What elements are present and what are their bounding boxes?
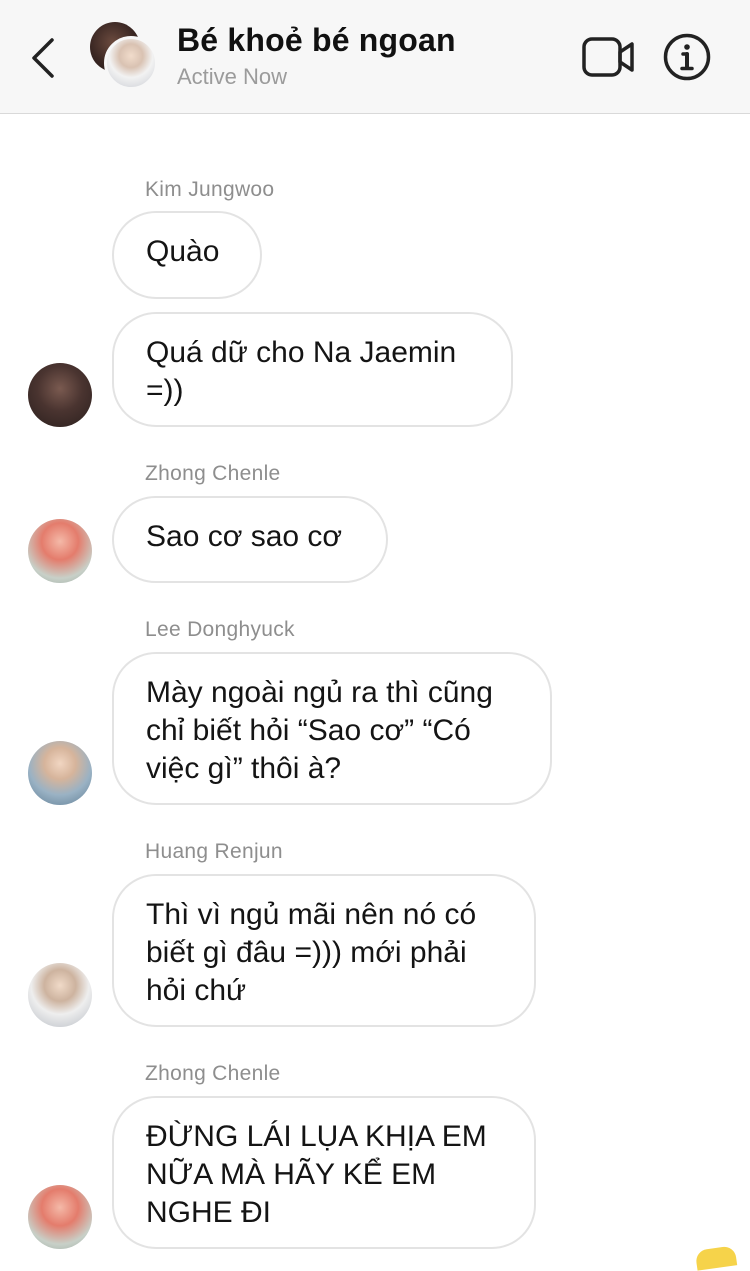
message-bubble[interactable]: Sao cơ sao cơ — [112, 496, 388, 583]
message-bubble[interactable]: ĐỪNG LÁI LỤA KHỊA EM NỮA MÀ HÃY KỂ EM NG… — [112, 1096, 536, 1249]
sender-name: Huang Renjun — [145, 840, 283, 863]
video-call-icon — [582, 37, 634, 77]
avatar[interactable] — [28, 741, 92, 805]
group-avatar[interactable] — [90, 22, 160, 92]
avatar[interactable] — [28, 963, 92, 1027]
message-bubble[interactable]: Quá dữ cho Na Jaemin =)) — [112, 312, 513, 427]
active-status: Active Now — [177, 64, 288, 89]
sender-name: Zhong Chenle — [145, 1062, 281, 1085]
sender-name: Zhong Chenle — [145, 462, 281, 485]
sender-name: Lee Donghyuck — [145, 618, 295, 641]
avatar[interactable] — [28, 1185, 92, 1249]
avatar[interactable] — [28, 519, 92, 583]
info-icon — [663, 33, 711, 81]
back-button[interactable] — [24, 30, 68, 86]
chat-header: Bé khoẻ bé ngoan Active Now — [0, 0, 750, 114]
chevron-left-icon — [32, 38, 54, 78]
chat-title[interactable]: Bé khoẻ bé ngoan — [177, 22, 456, 59]
sticker-corner — [694, 1245, 738, 1271]
sender-name: Kim Jungwoo — [145, 178, 275, 201]
info-button[interactable] — [662, 32, 712, 82]
message-bubble[interactable]: Quào — [112, 211, 262, 299]
message-bubble[interactable]: Mày ngoài ngủ ra thì cũng chỉ biết hỏi “… — [112, 652, 552, 805]
avatar — [104, 36, 158, 90]
message-bubble[interactable]: Thì vì ngủ mãi nên nó có biết gì đâu =))… — [112, 874, 536, 1027]
video-call-button[interactable] — [580, 34, 636, 80]
avatar[interactable] — [28, 363, 92, 427]
